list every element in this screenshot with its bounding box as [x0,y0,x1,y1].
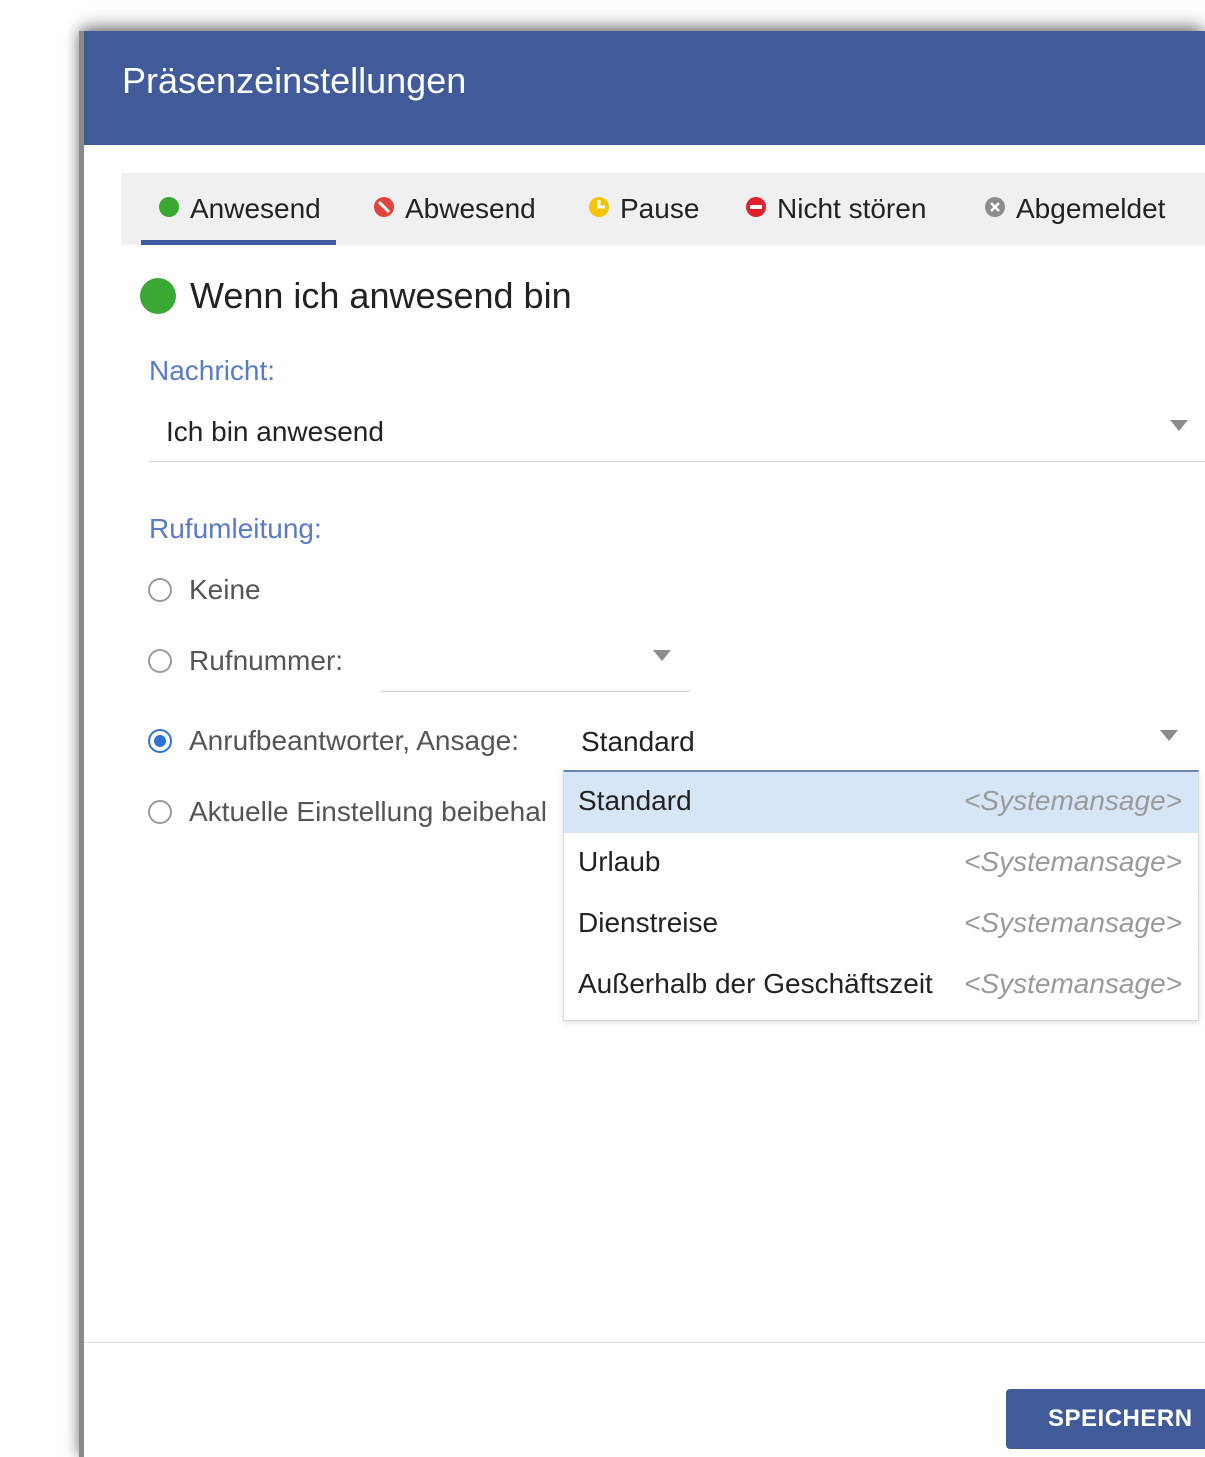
tab-abwesend[interactable]: Abwesend [373,173,536,245]
away-icon [373,193,395,225]
radio-label: Keine [189,574,261,605]
tab-label: Abgemeldet [1016,193,1166,224]
radio-aktuelle-einstellung[interactable]: Aktuelle Einstellung beibehal [148,796,547,828]
presence-settings-dialog: Präsenzeinstellungen Anwesend Abwesend P… [79,31,1205,1457]
announcement-dropdown: Standard <Systemansage> Urlaub <Systeman… [563,770,1199,1021]
dialog-title: Präsenzeinstellungen [122,60,467,101]
forwarding-label: Rufumleitung: [149,513,322,544]
tab-label: Nicht stören [777,193,927,224]
signed-out-icon [984,193,1006,225]
chevron-down-icon[interactable] [1160,730,1178,741]
phone-number-select[interactable] [381,631,690,692]
dropdown-option-dienstreise[interactable]: Dienstreise <Systemansage> [564,894,1198,955]
option-hint: <Systemansage> [964,907,1182,938]
active-tab-indicator [141,240,336,245]
radio-label: Anrufbeantworter, Ansage: [189,725,519,756]
tab-pause[interactable]: Pause [588,173,699,245]
option-name: Urlaub [578,846,661,877]
section-heading: Wenn ich anwesend bin [140,275,572,317]
option-hint: <Systemansage> [964,785,1182,816]
option-hint: <Systemansage> [964,968,1182,999]
announcement-value[interactable]: Standard [581,726,695,758]
footer-divider [84,1342,1205,1343]
status-tabs: Anwesend Abwesend Pause Nicht stören Abg… [121,173,1205,245]
radio-button-checked[interactable] [148,729,172,753]
tab-label: Pause [620,193,700,224]
radio-button[interactable] [148,649,172,673]
do-not-disturb-icon [745,193,767,225]
radio-rufnummer[interactable]: Rufnummer: [148,645,343,677]
tab-abgemeldet[interactable]: Abgemeldet [984,173,1165,245]
chevron-down-icon[interactable] [1170,420,1188,431]
heading-text: Wenn ich anwesend bin [190,275,572,316]
dialog-title-bar: Präsenzeinstellungen [84,31,1205,145]
radio-keine[interactable]: Keine [148,574,261,606]
dropdown-option-urlaub[interactable]: Urlaub <Systemansage> [564,833,1198,894]
option-hint: <Systemansage> [964,846,1182,877]
option-name: Dienstreise [578,907,719,938]
option-name: Standard [578,785,692,816]
radio-anrufbeantworter[interactable]: Anrufbeantworter, Ansage: [148,725,519,757]
status-dot-icon [140,278,176,314]
radio-button[interactable] [148,800,172,824]
radio-label: Rufnummer: [189,645,344,676]
tab-nicht-stoeren[interactable]: Nicht stören [745,173,926,245]
green-dot-icon [158,193,180,225]
tab-label: Abwesend [405,193,536,224]
dropdown-option-ausserhalb[interactable]: Außerhalb der Geschäftszeit <Systemansag… [564,955,1198,1016]
dropdown-option-standard[interactable]: Standard <Systemansage> [564,772,1198,833]
pause-clock-icon [588,193,610,225]
message-value: Ich bin anwesend [166,416,384,447]
tab-anwesend[interactable]: Anwesend [158,173,321,245]
tab-label: Anwesend [190,193,321,224]
save-button[interactable]: SPEICHERN [1006,1389,1205,1449]
radio-label: Aktuelle Einstellung beibehal [189,796,548,827]
background-page [0,0,84,1457]
radio-button[interactable] [148,578,172,602]
chevron-down-icon[interactable] [653,650,671,661]
option-name: Außerhalb der Geschäftszeit [578,968,933,999]
message-label: Nachricht: [149,355,276,386]
